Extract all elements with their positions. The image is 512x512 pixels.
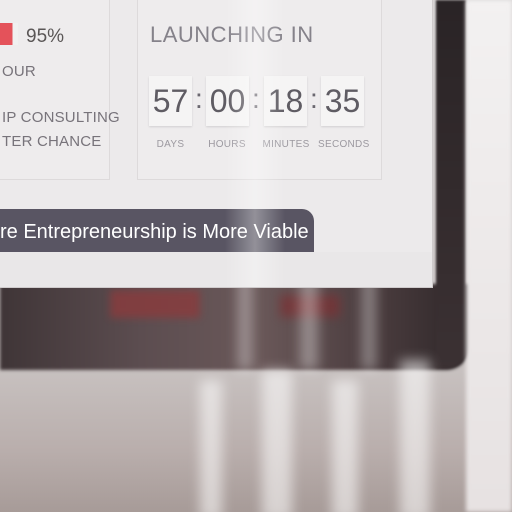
progress-percent: 95%: [26, 26, 65, 47]
light-streak: [200, 380, 222, 512]
screen-bottom-area: [0, 252, 432, 287]
floor-blur: [0, 360, 512, 512]
seconds-label: SECONDS: [318, 139, 370, 150]
light-streak: [332, 380, 358, 512]
countdown-seconds: 35: [321, 76, 364, 126]
countdown-separator: :: [310, 83, 318, 114]
card-text-line: TER CHANCE: [2, 133, 102, 150]
light-streak: [262, 370, 292, 512]
card-text-line: IP CONSULTING: [2, 109, 120, 126]
window-light: [466, 0, 512, 512]
days-label: DAYS: [156, 139, 185, 150]
monitor-bezel: [436, 0, 466, 368]
light-streak: [400, 360, 430, 512]
monitor-base-blur: [0, 284, 470, 370]
progress-bar: [0, 23, 18, 45]
monitor-screen: 95% OUR IP CONSULTING TER CHANCE LAUNCHI…: [0, 0, 433, 288]
screen-glare: [225, 0, 285, 287]
countdown-separator: :: [195, 83, 203, 114]
card-text-line: OUR: [2, 63, 36, 80]
background-object-blur: [110, 290, 200, 318]
countdown-days: 57: [149, 76, 192, 126]
